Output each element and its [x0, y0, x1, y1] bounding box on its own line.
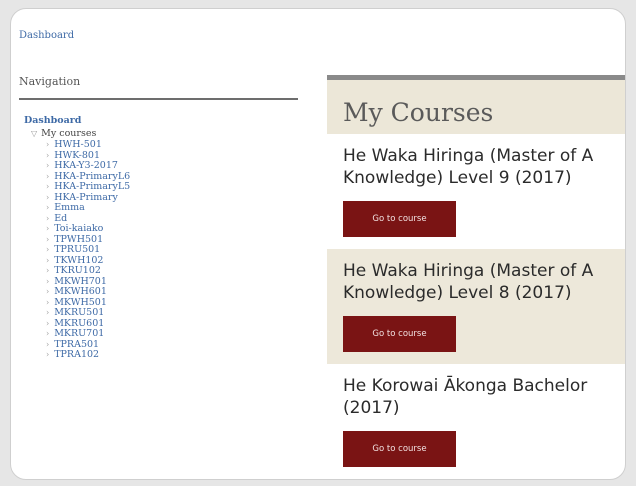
page-title: My Courses: [343, 98, 494, 127]
chevron-right-icon: ›: [46, 329, 50, 338]
nav-dashboard-link[interactable]: Dashboard: [24, 115, 81, 126]
go-to-course-button[interactable]: Go to course: [343, 431, 456, 467]
course-card: He Waka Hiringa (Master of A Knowledge) …: [327, 134, 625, 249]
chevron-right-icon: ›: [46, 297, 50, 307]
chevron-right-icon: ›: [46, 276, 50, 286]
navigation-heading: Navigation: [19, 75, 81, 88]
chevron-right-icon: ›: [46, 308, 50, 317]
nav-course-item[interactable]: › TPRA102: [46, 349, 130, 361]
chevron-right-icon: ›: [46, 224, 50, 233]
chevron-right-icon: ›: [46, 213, 50, 223]
course-title: He Waka Hiringa (Master of A Knowledge) …: [343, 261, 594, 303]
chevron-right-icon: ›: [46, 234, 50, 244]
course-nav-list: › HWH-501 › HWK-801 › HKA-Y3-2017 › HKA-Prim…: [46, 139, 130, 361]
chevron-right-icon: ›: [46, 203, 50, 212]
chevron-right-icon: ›: [46, 171, 50, 181]
chevron-right-icon: ›: [46, 350, 50, 359]
chevron-right-icon: ›: [46, 287, 50, 296]
app-window: Dashboard Navigation Dashboard ▽ My cours…: [10, 8, 626, 480]
chevron-right-icon: ›: [46, 140, 50, 149]
chevron-right-icon: ›: [46, 245, 50, 254]
course-card: He Korowai Ākonga Bachelor (2017) Go to …: [327, 364, 625, 479]
go-to-course-button[interactable]: Go to course: [343, 201, 456, 237]
course-card: He Waka Hiringa (Master of A Knowledge) …: [327, 249, 625, 364]
chevron-right-icon: ›: [46, 161, 50, 170]
nav-my-courses-label: My courses: [41, 128, 97, 139]
chevron-right-icon: ›: [46, 266, 50, 275]
course-title: He Waka Hiringa (Master of A Knowledge) …: [343, 146, 594, 188]
main-content: My Courses He Waka Hiringa (Master of A …: [327, 75, 625, 479]
breadcrumb-dashboard[interactable]: Dashboard: [19, 30, 74, 41]
expand-caret-icon: ▽: [31, 129, 38, 138]
go-to-course-button[interactable]: Go to course: [343, 316, 456, 352]
chevron-right-icon: ›: [46, 255, 50, 265]
navigation-divider: [19, 98, 298, 100]
nav-my-courses[interactable]: ▽ My courses: [31, 128, 96, 139]
page-title-band: My Courses: [327, 80, 625, 134]
chevron-right-icon: ›: [46, 150, 50, 160]
chevron-right-icon: ›: [46, 192, 50, 202]
chevron-right-icon: ›: [46, 318, 50, 328]
chevron-right-icon: ›: [46, 182, 50, 191]
course-title: He Korowai Ākonga Bachelor (2017): [343, 376, 588, 418]
chevron-right-icon: ›: [46, 339, 50, 349]
